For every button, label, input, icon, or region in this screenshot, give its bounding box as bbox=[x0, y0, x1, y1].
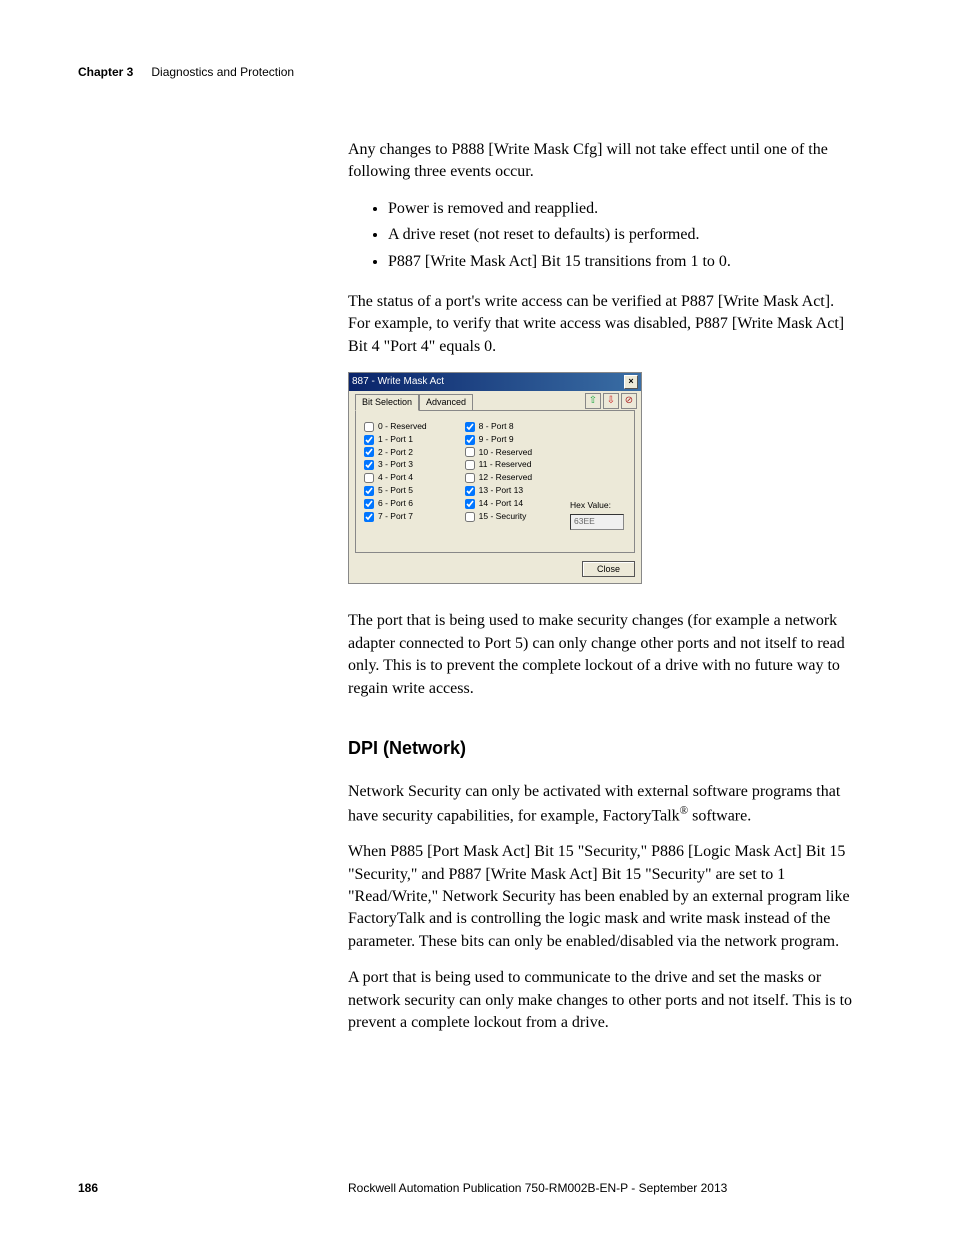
bit-column-left: 0 - Reserved 1 - Port 1 2 - Port 2 3 - P… bbox=[364, 421, 427, 524]
bit-column-right: 8 - Port 8 9 - Port 9 10 - Reserved 11 -… bbox=[465, 421, 532, 524]
download-icon[interactable]: ⇩ bbox=[603, 393, 619, 409]
tab-panel: 0 - Reserved 1 - Port 1 2 - Port 2 3 - P… bbox=[355, 410, 635, 553]
page-number: 186 bbox=[78, 1181, 348, 1195]
bit-checkbox-8[interactable] bbox=[465, 422, 475, 432]
registered-mark: ® bbox=[680, 805, 689, 817]
bit-label: 14 - Port 14 bbox=[479, 498, 523, 510]
bit-label: 1 - Port 1 bbox=[378, 434, 413, 446]
bit-checkbox-0[interactable] bbox=[364, 422, 374, 432]
bit-checkbox-5[interactable] bbox=[364, 486, 374, 496]
hex-value-field[interactable]: 63EE bbox=[570, 514, 624, 530]
dialog-titlebar: 887 - Write Mask Act × bbox=[349, 373, 641, 391]
chapter-title: Diagnostics and Protection bbox=[151, 65, 294, 79]
paragraph: Any changes to P888 [Write Mask Cfg] wil… bbox=[348, 139, 856, 184]
tab-bit-selection[interactable]: Bit Selection bbox=[355, 394, 419, 411]
bit-checkbox-15[interactable] bbox=[465, 512, 475, 522]
list-item: A drive reset (not reset to defaults) is… bbox=[388, 224, 856, 246]
paragraph: The port that is being used to make secu… bbox=[348, 610, 856, 700]
upload-icon[interactable]: ⇧ bbox=[585, 393, 601, 409]
paragraph: When P885 [Port Mask Act] Bit 15 "Securi… bbox=[348, 841, 856, 953]
publication-info: Rockwell Automation Publication 750-RM00… bbox=[348, 1181, 727, 1195]
bit-label: 12 - Reserved bbox=[479, 472, 532, 484]
close-button[interactable]: Close bbox=[582, 561, 635, 578]
bit-checkbox-7[interactable] bbox=[364, 512, 374, 522]
bit-checkbox-6[interactable] bbox=[364, 499, 374, 509]
page-header: Chapter 3 Diagnostics and Protection bbox=[78, 65, 876, 79]
dialog-title: 887 - Write Mask Act bbox=[352, 375, 444, 389]
bit-label: 11 - Reserved bbox=[479, 459, 532, 471]
chapter-label: Chapter 3 bbox=[78, 65, 133, 79]
bit-row: 12 - Reserved bbox=[465, 472, 532, 484]
bit-checkbox-10[interactable] bbox=[465, 447, 475, 457]
bit-label: 8 - Port 8 bbox=[479, 421, 514, 433]
close-icon[interactable]: × bbox=[624, 375, 638, 389]
hex-value-group: Hex Value: 63EE bbox=[570, 500, 624, 530]
bit-checkbox-1[interactable] bbox=[364, 435, 374, 445]
dialog-footer: Close bbox=[349, 557, 641, 584]
bit-checkbox-12[interactable] bbox=[465, 473, 475, 483]
hex-label: Hex Value: bbox=[570, 500, 624, 512]
bit-label: 2 - Port 2 bbox=[378, 447, 413, 459]
list-item: P887 [Write Mask Act] Bit 15 transitions… bbox=[388, 251, 856, 273]
bit-row: 0 - Reserved bbox=[364, 421, 427, 433]
bit-label: 3 - Port 3 bbox=[378, 459, 413, 471]
bit-checkbox-14[interactable] bbox=[465, 499, 475, 509]
main-content: Any changes to P888 [Write Mask Cfg] wil… bbox=[348, 139, 856, 1034]
bit-row: 2 - Port 2 bbox=[364, 447, 427, 459]
bit-row: 11 - Reserved bbox=[465, 459, 532, 471]
bit-label: 5 - Port 5 bbox=[378, 485, 413, 497]
bit-row: 7 - Port 7 bbox=[364, 511, 427, 523]
bit-label: 9 - Port 9 bbox=[479, 434, 514, 446]
bit-row: 5 - Port 5 bbox=[364, 485, 427, 497]
bit-row: 13 - Port 13 bbox=[465, 485, 532, 497]
paragraph: The status of a port's write access can … bbox=[348, 291, 856, 358]
bit-row: 1 - Port 1 bbox=[364, 434, 427, 446]
bit-row: 3 - Port 3 bbox=[364, 459, 427, 471]
bit-row: 6 - Port 6 bbox=[364, 498, 427, 510]
bit-checkbox-2[interactable] bbox=[364, 447, 374, 457]
bit-label: 10 - Reserved bbox=[479, 447, 532, 459]
stop-icon[interactable]: ⊘ bbox=[621, 393, 637, 409]
dialog-toolbar: ⇧ ⇩ ⊘ bbox=[581, 391, 641, 409]
bit-checkbox-4[interactable] bbox=[364, 473, 374, 483]
bit-checkbox-9[interactable] bbox=[465, 435, 475, 445]
bullet-list: Power is removed and reapplied. A drive … bbox=[348, 198, 856, 273]
bit-checkbox-11[interactable] bbox=[465, 460, 475, 470]
bit-row: 15 - Security bbox=[465, 511, 532, 523]
bit-label: 6 - Port 6 bbox=[378, 498, 413, 510]
bit-label: 13 - Port 13 bbox=[479, 485, 523, 497]
bit-label: 4 - Port 4 bbox=[378, 472, 413, 484]
bit-row: 10 - Reserved bbox=[465, 447, 532, 459]
bit-row: 8 - Port 8 bbox=[465, 421, 532, 433]
bit-checkbox-3[interactable] bbox=[364, 460, 374, 470]
dialog-tabs: Bit Selection Advanced bbox=[355, 393, 575, 410]
paragraph: Network Security can only be activated w… bbox=[348, 781, 856, 827]
bit-row: 14 - Port 14 bbox=[465, 498, 532, 510]
write-mask-dialog: 887 - Write Mask Act × Bit Selection Adv… bbox=[348, 372, 642, 584]
bit-label: 15 - Security bbox=[479, 511, 527, 523]
bit-label: 0 - Reserved bbox=[378, 421, 427, 433]
bit-row: 9 - Port 9 bbox=[465, 434, 532, 446]
tab-advanced[interactable]: Advanced bbox=[419, 394, 473, 411]
bit-checkbox-13[interactable] bbox=[465, 486, 475, 496]
text: Network Security can only be activated w… bbox=[348, 783, 840, 824]
text: software. bbox=[688, 807, 751, 824]
bit-label: 7 - Port 7 bbox=[378, 511, 413, 523]
list-item: Power is removed and reapplied. bbox=[388, 198, 856, 220]
bit-row: 4 - Port 4 bbox=[364, 472, 427, 484]
page-footer: 186 Rockwell Automation Publication 750-… bbox=[78, 1181, 876, 1195]
section-heading: DPI (Network) bbox=[348, 736, 856, 761]
paragraph: A port that is being used to communicate… bbox=[348, 967, 856, 1034]
